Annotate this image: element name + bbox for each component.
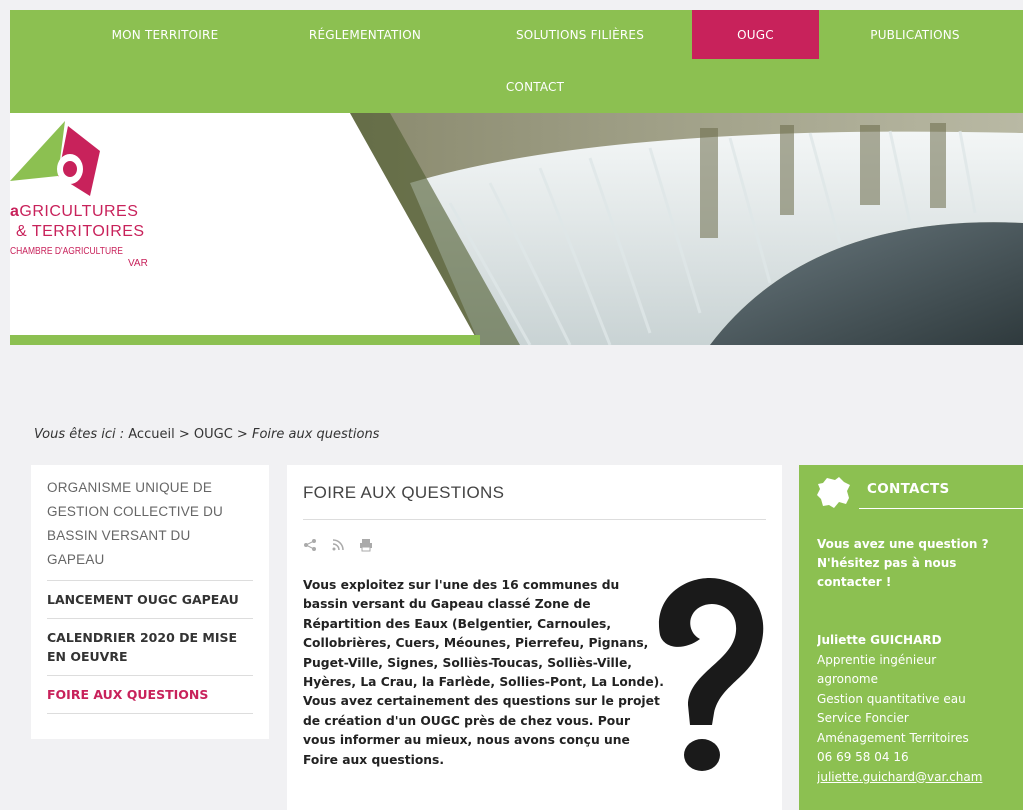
contacts-divider (859, 508, 1023, 509)
logo-line-1: aGRICULTURES (10, 203, 139, 220)
logo-line-3: CHAMBRE D'AGRICULTURE (10, 246, 123, 257)
contact-phone: 06 69 58 04 16 (817, 750, 909, 764)
sidebar-title[interactable]: ORGANISME UNIQUE DE GESTION COLLECTIVE D… (47, 476, 253, 581)
contact-name: Juliette GUICHARD (817, 633, 942, 647)
contact-department: Aménagement Territoires (817, 730, 969, 745)
share-icon[interactable] (303, 538, 317, 556)
breadcrumb-current: Foire aux questions (251, 427, 380, 442)
nav-item-reglementation[interactable]: RÉGLEMENTATION (270, 10, 460, 59)
contacts-title: CONTACTS (867, 481, 950, 497)
question-mark-illustration (658, 577, 764, 771)
breadcrumb-section-link[interactable]: OUGC (194, 427, 233, 442)
contact-role: Apprentie ingénieur (817, 652, 937, 667)
sidebar-item-calendrier[interactable]: CALENDRIER 2020 DE MISE EN OEUVRE (47, 619, 253, 676)
contact-role: agronome (817, 672, 879, 686)
main-content: FOIRE AUX QUESTIONS Vous exploitez sur l… (287, 465, 782, 810)
breadcrumb: Vous êtes ici : Accueil > OUGC > Foire a… (34, 427, 379, 442)
logo-line-4: VAR (128, 258, 148, 269)
breadcrumb-prefix: Vous êtes ici : (34, 427, 125, 442)
logo-line-2: & TERRITOIRES (16, 223, 145, 240)
contact-card: Juliette GUICHARD Apprentie ingénieur ag… (817, 631, 1023, 787)
nav-item-publications[interactable]: PUBLICATIONS (830, 10, 1000, 59)
contact-department: Gestion quantitative eau (817, 691, 966, 706)
sidebar-item-foire-aux-questions[interactable]: FOIRE AUX QUESTIONS (47, 676, 253, 714)
intro-paragraph: Vous exploitez sur l'une des 16 communes… (303, 578, 664, 767)
contacts-header: CONTACTS (817, 477, 1023, 517)
contacts-panel: CONTACTS Vous avez une question ? N'hési… (799, 465, 1023, 810)
article-toolbar (303, 538, 766, 556)
nav-item-contact[interactable]: CONTACT (450, 62, 620, 111)
nav-item-ougc[interactable]: OUGC (692, 10, 819, 59)
breadcrumb-separator: > (178, 427, 190, 442)
rss-icon[interactable] (331, 538, 345, 556)
breadcrumb-home-link[interactable]: Accueil (128, 427, 174, 442)
breadcrumb-separator: > (236, 427, 248, 442)
page-title: FOIRE AUX QUESTIONS (303, 483, 766, 520)
nav-item-solutions-filieres[interactable]: SOLUTIONS FILIÈRES (480, 10, 680, 59)
waterfall-photo (10, 113, 1023, 345)
header-banner: aGRICULTURES & TERRITOIRES CHAMBRE D'AGR… (10, 113, 1023, 345)
contact-department: Service Foncier (817, 711, 909, 725)
main-nav: MON TERRITOIRE RÉGLEMENTATION SOLUTIONS … (10, 10, 1023, 113)
contact-email-link[interactable]: juliette.guichard@var.cham (817, 768, 1023, 788)
section-sidebar: ORGANISME UNIQUE DE GESTION COLLECTIVE D… (31, 465, 269, 739)
france-map-icon (817, 477, 850, 508)
chamber-logo-icon (10, 121, 100, 196)
print-icon[interactable] (359, 538, 373, 556)
nav-item-mon-territoire[interactable]: MON TERRITOIRE (70, 10, 260, 59)
sidebar-item-lancement[interactable]: LANCEMENT OUGC GAPEAU (47, 581, 253, 619)
contacts-question: Vous avez une question ? N'hésitez pas à… (817, 537, 989, 589)
